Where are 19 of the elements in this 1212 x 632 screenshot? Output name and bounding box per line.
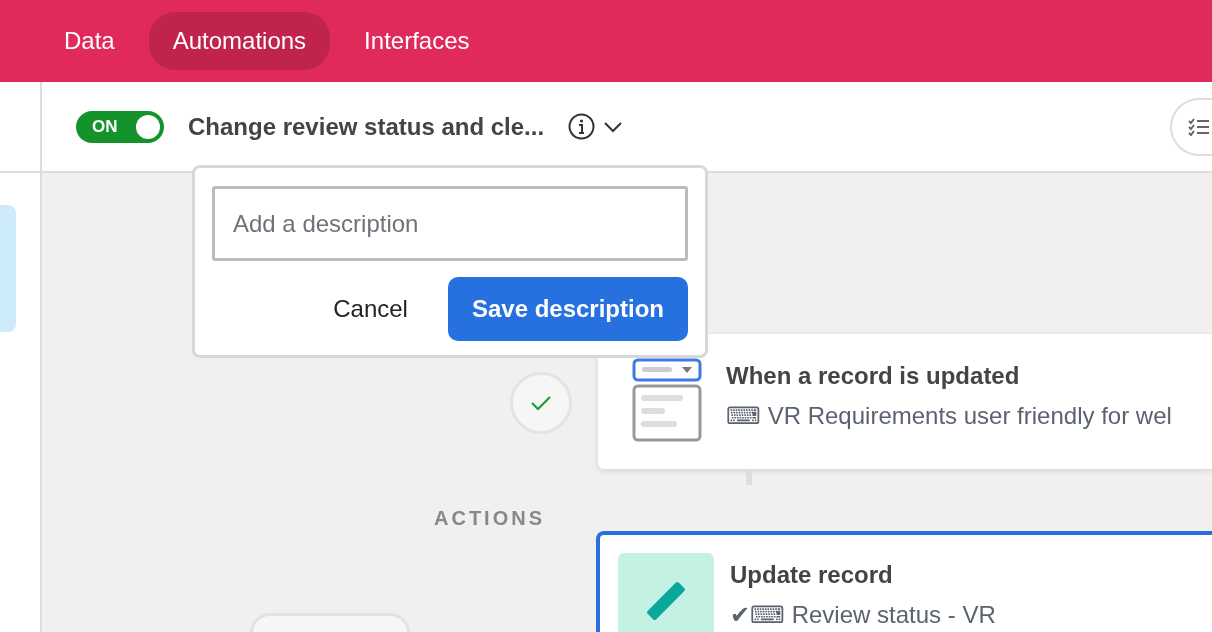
- action-card[interactable]: Update record ✔⌨ Review status - VR: [596, 531, 1212, 632]
- nav-tab[interactable]: Interfaces: [340, 12, 494, 70]
- nav-tab[interactable]: Data: [40, 12, 139, 70]
- save-description-button[interactable]: Save description: [447, 277, 688, 341]
- chevron-down-icon[interactable]: [603, 120, 624, 133]
- actions-heading: ACTIONS: [434, 506, 545, 531]
- action-field-name: ✔⌨ Review status - VR: [730, 600, 996, 630]
- trigger-title: When a record is updated: [726, 361, 1021, 391]
- nav-tab[interactable]: Automations: [148, 12, 331, 70]
- action-title: Update record: [730, 560, 894, 590]
- description-field[interactable]: Add a description: [212, 186, 688, 261]
- cancel-button[interactable]: Cancel: [313, 291, 428, 327]
- automation-title[interactable]: Change review status and cle...: [188, 108, 545, 145]
- checklist-button[interactable]: [1170, 97, 1212, 156]
- on-off-toggle[interactable]: ON: [76, 110, 164, 143]
- info-icon[interactable]: [568, 113, 596, 140]
- trigger-card[interactable]: When a record is updated ⌨ VR Requirements user friendly for wel: [598, 334, 1212, 469]
- trigger-table-name: ⌨ VR Requirements user friendly for wel: [726, 401, 1172, 431]
- checklist-icon: [1188, 117, 1210, 136]
